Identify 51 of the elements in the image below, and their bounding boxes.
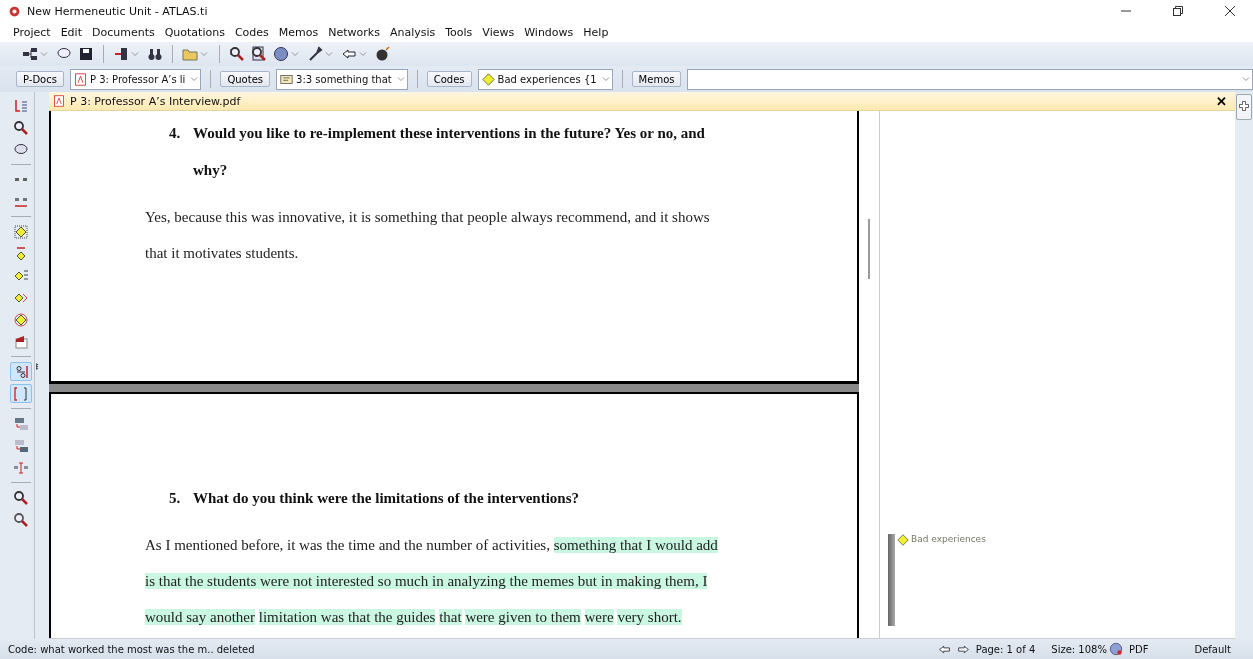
status-message: Code: what worked the most was the m.. deleted [8, 643, 256, 655]
globe-icon [1108, 642, 1123, 656]
side-panel-button[interactable] [1236, 94, 1252, 120]
window-title: New Hermeneutic Unit - ATLAS.ti [27, 4, 209, 18]
menu-item[interactable]: Networks [323, 25, 385, 39]
layout-mode: Default [1193, 643, 1232, 655]
menu-item[interactable]: Codes [229, 25, 274, 39]
close-icon [1225, 6, 1235, 16]
menu-item[interactable]: Windows [519, 25, 579, 39]
navigator-dropdown[interactable]: Bad experiences {1 [477, 68, 613, 90]
quotation-icon [280, 72, 294, 86]
plus-icon[interactable] [1238, 99, 1250, 112]
zoom-size: Size: 108% [1050, 643, 1108, 655]
code-diamond-icon [481, 72, 495, 86]
folder-icon[interactable] [182, 46, 198, 62]
navigator-button[interactable]: Memos [631, 71, 682, 87]
menu-item[interactable]: Project [8, 25, 56, 39]
menu-item[interactable]: Quotations [159, 25, 230, 39]
menu-item[interactable]: Memos [273, 25, 324, 39]
network-icon[interactable] [22, 46, 38, 62]
menu-item[interactable]: Documents [86, 25, 160, 39]
tree-icon[interactable] [113, 46, 129, 62]
question-heading: 5. What do you think were the limitations of the interventions? [168, 489, 580, 508]
code-label[interactable]: Bad experiences [911, 534, 986, 544]
question-heading: 4. Would you like to re-implement these interventions in the future? Yes or no, and why? [168, 124, 706, 180]
code-diamond-icon [897, 534, 909, 546]
close-document-button[interactable]: ✕ [1208, 93, 1235, 109]
document-format: PDF [1127, 643, 1150, 655]
document-title: P 3: Professor A’s Interview.pdf [70, 94, 242, 108]
app-logo-icon [8, 4, 21, 18]
answer-paragraph: Yes, because this was innovative, it is something that people always recommend, and it shows that it motivates students. [145, 208, 711, 263]
restore-icon [1173, 6, 1183, 16]
globe-icon[interactable] [273, 46, 289, 62]
menu-item[interactable]: Edit [55, 25, 87, 39]
navigator-button[interactable]: Codes [426, 71, 472, 87]
navigator-dropdown[interactable]: P 3: Professor A’s li [69, 68, 202, 90]
pdf-icon [73, 72, 87, 86]
navigator-button[interactable]: P-Docs [16, 71, 64, 87]
menu-item[interactable]: Views [477, 25, 520, 39]
navigator-button[interactable]: Quotes [220, 71, 271, 87]
scrollbar-thumb[interactable] [868, 219, 870, 279]
answer-paragraph: As I mentioned before, it was the time and the number of activities, something that I would add is that the students were not interested so much in analyzing the memes but in making them, I would say another limitation was that the guides that were given to them were very short. [145, 536, 719, 627]
menu-item[interactable]: Tools [440, 25, 478, 39]
left-arrow-icon[interactable] [341, 46, 357, 62]
menu-item[interactable]: Help [578, 25, 614, 39]
navigator-dropdown[interactable]: 3:3 something that [276, 68, 408, 90]
wrench-icon[interactable] [307, 46, 323, 62]
menu-item[interactable]: Analysis [384, 25, 441, 39]
pdf-icon [53, 95, 65, 107]
xml-button[interactable] [273, 44, 301, 64]
page-indicator: Page: 1 of 4 [974, 643, 1037, 655]
